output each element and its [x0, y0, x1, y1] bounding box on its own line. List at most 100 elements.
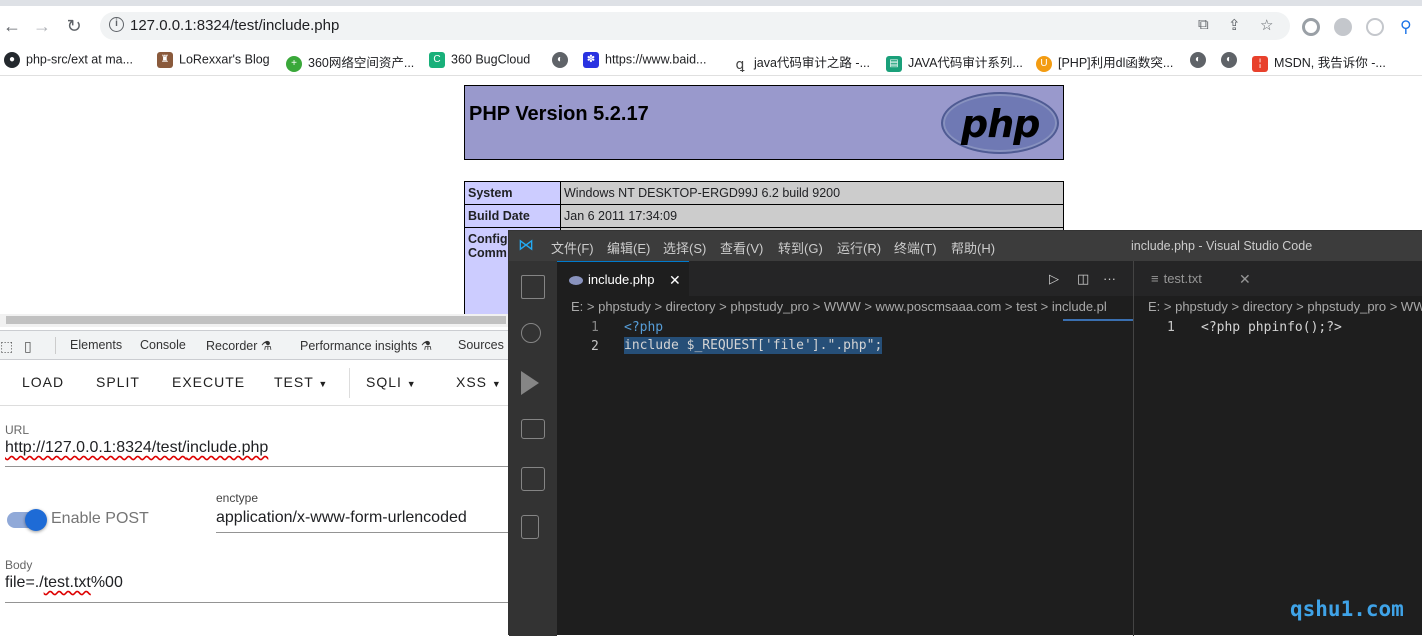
- bookmark-item[interactable]: ♜ LoRexxar's Blog: [157, 52, 270, 68]
- menu-edit[interactable]: 编辑(E): [607, 238, 650, 257]
- sqli-dropdown[interactable]: SQLI ▼: [366, 374, 417, 390]
- more-actions-icon[interactable]: ···: [1103, 271, 1116, 286]
- menu-terminal[interactable]: 终端(T): [894, 238, 937, 257]
- devtools-tabbar: ⬚ ▯ Elements Console Recorder ⚗ Performa…: [0, 330, 508, 360]
- table-row: System Windows NT DESKTOP-ERGD99J 6.2 bui…: [465, 182, 1063, 205]
- bookmark-item[interactable]: ꝗ java代码审计之路 -...: [732, 52, 870, 72]
- xss-dropdown[interactable]: XSS ▼: [456, 374, 502, 390]
- bookmark-item[interactable]: ◐: [552, 52, 574, 68]
- split-button[interactable]: SPLIT: [96, 374, 140, 390]
- url-label: URL: [5, 423, 30, 437]
- menu-go[interactable]: 转到(G): [778, 238, 823, 257]
- hackbar-panel: URL http://127.0.0.1:8324/test/include.p…: [0, 406, 508, 635]
- extension-icon[interactable]: [1366, 18, 1384, 36]
- location-pin-icon[interactable]: ⚲: [1400, 17, 1412, 37]
- tab-elements[interactable]: Elements: [70, 338, 122, 352]
- menu-file[interactable]: 文件(F): [551, 238, 594, 257]
- code-line[interactable]: <?php phpinfo();?>: [1201, 320, 1342, 335]
- bookmark-item[interactable]: +360网络空间资产...: [286, 52, 414, 72]
- vscode-titlebar: ⋈ 文件(F) 编辑(E) 选择(S) 查看(V) 转到(G) 运行(R) 终端…: [509, 231, 1422, 261]
- code-line[interactable]: <?php: [624, 320, 663, 335]
- breadcrumb[interactable]: E: > phpstudy > directory > phpstudy_pro…: [1148, 299, 1422, 314]
- bugcloud-icon: C: [429, 52, 445, 68]
- inspect-icon[interactable]: ⬚: [0, 338, 13, 355]
- extension-icon[interactable]: [1302, 18, 1320, 36]
- remote-explorer-icon[interactable]: [521, 419, 545, 439]
- php-file-icon: [569, 276, 583, 286]
- menu-help[interactable]: 帮助(H): [951, 238, 995, 257]
- tab-recorder[interactable]: Recorder ⚗: [206, 338, 272, 353]
- tab-test-txt[interactable]: ≡ test.txt: [1151, 271, 1202, 286]
- site-info-icon[interactable]: i: [109, 17, 124, 32]
- bookmark-item[interactable]: U [PHP]利用dl函数突...: [1036, 52, 1173, 72]
- editor-split: [1133, 261, 1134, 636]
- menu-selection[interactable]: 选择(S): [663, 238, 706, 257]
- breadcrumb[interactable]: E: > phpstudy > directory > phpstudy_pro…: [571, 299, 1131, 314]
- bookmark-item[interactable]: ● php-src/ext at ma...: [4, 52, 133, 68]
- device-toolbar-icon[interactable]: ▯: [24, 338, 32, 355]
- doc-icon: ▤: [886, 55, 902, 72]
- close-icon[interactable]: ✕: [669, 272, 681, 289]
- enctype-select[interactable]: application/x-www-form-urlencoded: [216, 509, 467, 527]
- bookmark-item[interactable]: ✽ https://www.baid...: [583, 52, 706, 68]
- bookmark-item[interactable]: ¦ MSDN, 我告诉你 -...: [1252, 52, 1386, 72]
- load-button[interactable]: LOAD: [22, 374, 64, 390]
- extensions-icon[interactable]: [521, 467, 545, 491]
- bookmark-star-icon[interactable]: ☆: [1260, 16, 1273, 34]
- body-label: Body: [5, 558, 33, 572]
- dropdown-arrow-icon: ▼: [406, 379, 417, 389]
- split-editor-icon[interactable]: ◫: [1077, 271, 1089, 287]
- globe-icon: ◐: [1221, 52, 1237, 68]
- horizontal-scrollbar[interactable]: [0, 314, 508, 327]
- tool-icon: ꝗ: [732, 55, 748, 72]
- menu-view[interactable]: 查看(V): [720, 238, 763, 257]
- translate-icon[interactable]: ⧉: [1198, 16, 1209, 33]
- address-bar[interactable]: i 127.0.0.1:8324/test/include.php ⧉ ⇪ ☆: [100, 12, 1290, 40]
- enable-post-label: Enable POST: [51, 510, 149, 527]
- url-field[interactable]: http://127.0.0.1:8324/test/include.php: [5, 439, 268, 457]
- body-field[interactable]: file=./test.txt%00: [5, 574, 123, 592]
- tab-performance-insights[interactable]: Performance insights ⚗: [300, 338, 432, 353]
- github-icon: ●: [4, 52, 20, 68]
- tab-console[interactable]: Console: [140, 338, 186, 352]
- close-icon[interactable]: ✕: [1239, 271, 1251, 288]
- search-icon[interactable]: [521, 323, 541, 343]
- forward-icon[interactable]: →: [30, 14, 54, 38]
- bookmark-item[interactable]: ◐: [1221, 52, 1243, 68]
- menu-run[interactable]: 运行(R): [837, 238, 881, 257]
- run-debug-icon[interactable]: [521, 371, 539, 395]
- text-file-icon: ≡: [1151, 271, 1159, 286]
- hackbar-toolbar: LOAD SPLIT EXECUTE TEST ▼ SQLI ▼ XSS ▼: [0, 360, 508, 406]
- notebook-icon[interactable]: [521, 515, 539, 539]
- code-line-selected[interactable]: include $_REQUEST['file'].".php";: [624, 337, 883, 354]
- line-number: 1: [591, 320, 599, 335]
- enable-post-toggle[interactable]: [7, 509, 47, 531]
- scrollbar-thumb[interactable]: [6, 316, 506, 324]
- vscode-logo-icon: ⋈: [518, 237, 534, 254]
- explorer-icon[interactable]: [521, 275, 545, 299]
- bookmark-item[interactable]: ▤ JAVA代码审计系列...: [886, 52, 1023, 72]
- window-title: include.php - Visual Studio Code: [1131, 239, 1313, 253]
- extension-icon[interactable]: [1334, 18, 1352, 36]
- share-icon[interactable]: ⇪: [1228, 16, 1241, 34]
- vscode-window: ⋈ 文件(F) 编辑(E) 选择(S) 查看(V) 转到(G) 运行(R) 终端…: [508, 230, 1422, 636]
- flask-icon: ⚗: [420, 339, 433, 353]
- bookmark-item[interactable]: C 360 BugCloud: [429, 52, 530, 68]
- bookmark-item[interactable]: ◐: [1190, 52, 1212, 68]
- table-row: Build Date Jan 6 2011 17:34:09: [465, 205, 1063, 228]
- test-dropdown[interactable]: TEST ▼: [274, 374, 328, 390]
- dropdown-arrow-icon: ▼: [491, 379, 502, 389]
- tab-include-php[interactable]: include.php ✕: [557, 261, 689, 296]
- run-icon[interactable]: ▷: [1049, 271, 1059, 287]
- dropdown-arrow-icon: ▼: [318, 379, 329, 389]
- tab-sources[interactable]: Sources: [458, 338, 504, 352]
- globe-icon: ◐: [1190, 52, 1206, 68]
- back-icon[interactable]: ←: [0, 14, 24, 38]
- php-logo: php: [941, 92, 1059, 154]
- execute-button[interactable]: EXECUTE: [172, 374, 245, 390]
- msdn-icon: ¦: [1252, 55, 1268, 72]
- activity-bar: [509, 261, 557, 636]
- reload-icon[interactable]: ↻: [62, 14, 86, 38]
- line-number: 2: [591, 339, 599, 354]
- flask-icon: ⚗: [260, 339, 273, 353]
